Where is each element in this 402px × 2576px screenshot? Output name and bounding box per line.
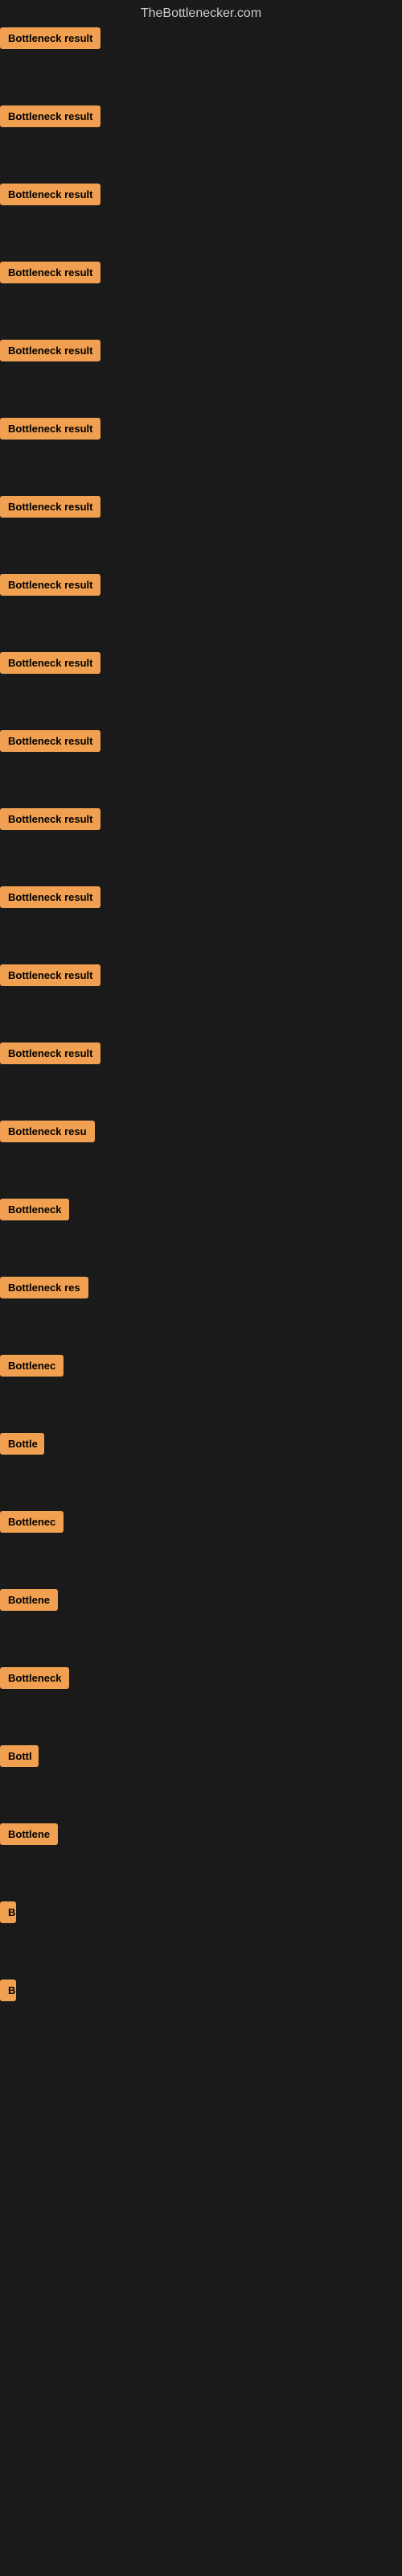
bottleneck-badge[interactable]: B bbox=[0, 1901, 16, 1923]
bottleneck-badge[interactable]: Bottleneck result bbox=[0, 340, 100, 361]
site-title: TheBottlenecker.com bbox=[0, 0, 402, 24]
bottleneck-badge[interactable]: Bottle bbox=[0, 1433, 44, 1455]
bottleneck-badge[interactable]: Bottleneck result bbox=[0, 105, 100, 127]
bottleneck-badge[interactable]: Bottleneck result bbox=[0, 964, 100, 986]
list-item: Bottl bbox=[0, 1742, 402, 1774]
list-item: Bottleneck result bbox=[0, 258, 402, 291]
list-item: Bottlene bbox=[0, 1820, 402, 1852]
bottleneck-badge[interactable]: Bottleneck result bbox=[0, 1042, 100, 1064]
bottleneck-badge[interactable]: Bottlene bbox=[0, 1589, 58, 1611]
list-item: Bottleneck result bbox=[0, 336, 402, 369]
list-item: Bottlene bbox=[0, 1586, 402, 1618]
list-item: Bottleneck bbox=[0, 1664, 402, 1696]
list-item: Bottleneck result bbox=[0, 727, 402, 759]
bottleneck-badge[interactable]: Bottleneck result bbox=[0, 27, 100, 49]
list-item: Bottlenec bbox=[0, 1508, 402, 1540]
list-item: Bottlenec bbox=[0, 1352, 402, 1384]
bottleneck-badge[interactable]: Bottlenec bbox=[0, 1355, 64, 1377]
bottleneck-badge[interactable]: Bottleneck result bbox=[0, 652, 100, 674]
list-item: Bottleneck res bbox=[0, 1274, 402, 1306]
list-item: Bottleneck result bbox=[0, 961, 402, 993]
bottleneck-badge[interactable]: Bottleneck res bbox=[0, 1277, 88, 1298]
list-item: Bottleneck result bbox=[0, 649, 402, 681]
list-item: Bottleneck bbox=[0, 1195, 402, 1228]
list-item: Bottleneck result bbox=[0, 24, 402, 56]
bottleneck-badge[interactable]: Bottlene bbox=[0, 1823, 58, 1845]
list-item: Bottleneck result bbox=[0, 102, 402, 134]
list-item: Bottleneck result bbox=[0, 180, 402, 213]
list-item: Bottleneck result bbox=[0, 1039, 402, 1071]
list-item: Bottleneck result bbox=[0, 571, 402, 603]
list-item: Bottleneck resu bbox=[0, 1117, 402, 1150]
bottleneck-badge[interactable]: Bottleneck result bbox=[0, 496, 100, 518]
list-item: Bottleneck result bbox=[0, 415, 402, 447]
list-item: Bottleneck result bbox=[0, 805, 402, 837]
bottleneck-badge[interactable]: Bottleneck bbox=[0, 1667, 69, 1689]
list-item: B bbox=[0, 1976, 402, 2008]
bottleneck-badge[interactable]: B bbox=[0, 1979, 16, 2001]
bottleneck-badge[interactable]: Bottleneck result bbox=[0, 730, 100, 752]
site-header: TheBottlenecker.com bbox=[0, 0, 402, 24]
bottleneck-badge[interactable]: Bottleneck result bbox=[0, 262, 100, 283]
bottleneck-badge[interactable]: Bottleneck result bbox=[0, 184, 100, 205]
bottleneck-badge[interactable]: Bottleneck bbox=[0, 1199, 69, 1220]
bottleneck-badge[interactable]: Bottleneck result bbox=[0, 418, 100, 440]
bottleneck-badge[interactable]: Bottleneck result bbox=[0, 574, 100, 596]
bottleneck-badge[interactable]: Bottlenec bbox=[0, 1511, 64, 1533]
bottleneck-badge[interactable]: Bottleneck resu bbox=[0, 1121, 95, 1142]
items-container: Bottleneck result Bottleneck result Bottle… bbox=[0, 24, 402, 2054]
bottleneck-badge[interactable]: Bottl bbox=[0, 1745, 39, 1767]
list-item: Bottleneck result bbox=[0, 493, 402, 525]
list-item: B bbox=[0, 1898, 402, 1930]
list-item: Bottle bbox=[0, 1430, 402, 1462]
list-item: Bottleneck result bbox=[0, 883, 402, 915]
bottleneck-badge[interactable]: Bottleneck result bbox=[0, 808, 100, 830]
bottleneck-badge[interactable]: Bottleneck result bbox=[0, 886, 100, 908]
